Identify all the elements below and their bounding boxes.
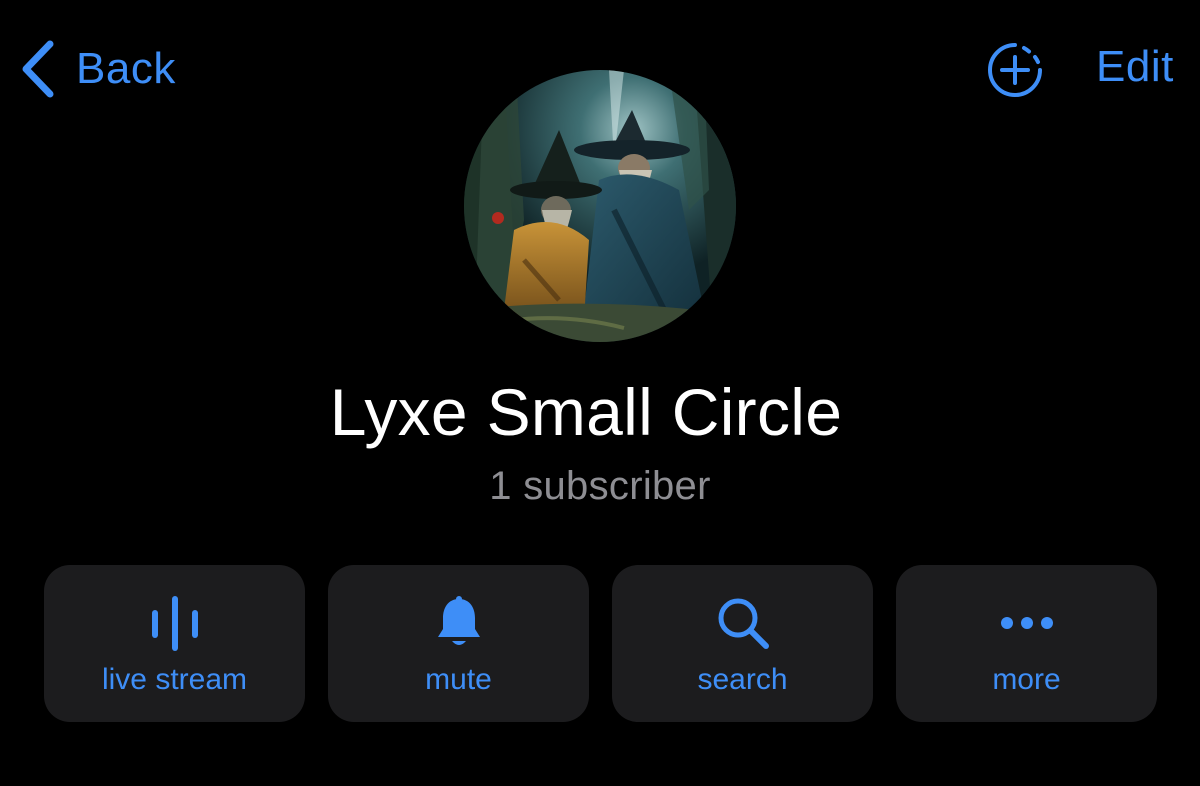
subscriber-count: 1 subscriber	[489, 464, 711, 508]
search-icon	[612, 593, 873, 653]
live-stream-waveform-icon	[44, 593, 305, 653]
edit-button[interactable]: Edit	[1096, 42, 1174, 92]
add-circle-dashed-icon[interactable]	[985, 40, 1045, 100]
mute-label: mute	[425, 663, 492, 696]
more-button[interactable]: more	[896, 565, 1157, 722]
search-label: search	[697, 663, 788, 696]
action-bar: live stream mute search more	[44, 565, 1157, 722]
back-button[interactable]: Back	[20, 38, 176, 100]
live-stream-button[interactable]: live stream	[44, 565, 305, 722]
search-button[interactable]: search	[612, 565, 873, 722]
live-stream-label: live stream	[101, 663, 248, 696]
chevron-left-icon	[20, 40, 56, 98]
ellipsis-icon	[896, 593, 1157, 653]
mute-button[interactable]: mute	[328, 565, 589, 722]
channel-avatar[interactable]	[464, 70, 736, 342]
more-label: more	[992, 663, 1061, 696]
wizards-painting-image	[464, 70, 736, 342]
channel-title: Lyxe Small Circle	[329, 375, 843, 449]
back-label: Back	[76, 44, 176, 93]
bell-icon	[328, 593, 589, 653]
